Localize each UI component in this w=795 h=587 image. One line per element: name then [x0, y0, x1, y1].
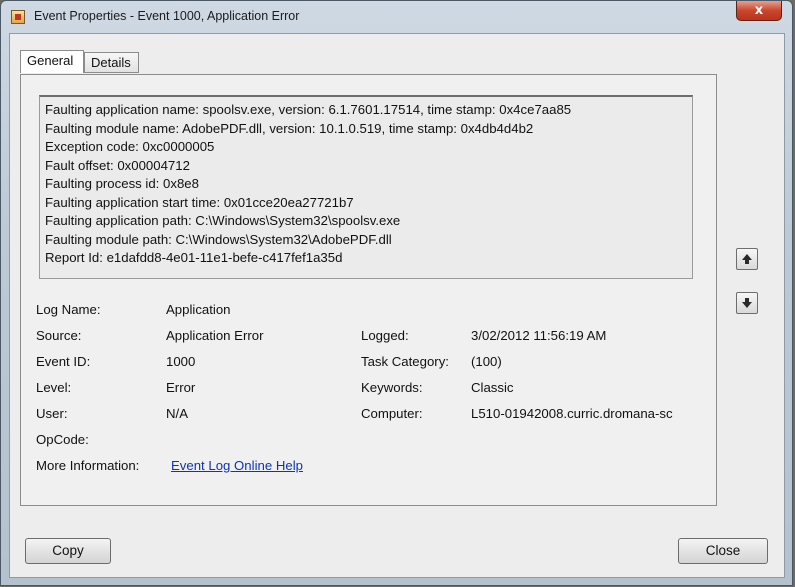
computer-label: Computer:: [361, 406, 423, 421]
opcode-label: OpCode:: [36, 432, 89, 447]
tab-general[interactable]: General: [20, 50, 84, 73]
description-line: Faulting application name: spoolsv.exe, …: [45, 102, 572, 117]
log-name-label: Log Name:: [36, 302, 101, 317]
log-name-value: Application: [166, 302, 231, 317]
source-label: Source:: [36, 328, 82, 343]
copy-button[interactable]: Copy: [25, 538, 111, 564]
window-close-button[interactable]: x: [736, 1, 782, 21]
keywords-label: Keywords:: [361, 380, 423, 395]
logged-label: Logged:: [361, 328, 409, 343]
dialog-client-area: General Details Faulting application nam…: [9, 33, 785, 578]
description-line: Faulting application path: C:\Windows\Sy…: [45, 213, 401, 228]
general-tab-panel: Faulting application name: spoolsv.exe, …: [20, 74, 717, 506]
event-id-label: Event ID:: [36, 354, 91, 369]
more-information-label: More Information:: [36, 458, 140, 473]
keywords-value: Classic: [471, 380, 514, 395]
user-value: N/A: [166, 406, 188, 421]
user-label: User:: [36, 406, 68, 421]
event-log-online-help-link[interactable]: Event Log Online Help: [171, 458, 303, 473]
description-line: Faulting module name: AdobePDF.dll, vers…: [45, 120, 534, 136]
tab-details[interactable]: Details: [84, 52, 139, 73]
description-line: Faulting module path: C:\Windows\System3…: [45, 231, 392, 247]
next-event-button[interactable]: [736, 292, 758, 314]
task-category-value: (100): [471, 354, 502, 369]
task-category-label: Task Category:: [361, 354, 449, 369]
description-line: Exception code: 0xc0000005: [45, 139, 215, 154]
previous-event-button[interactable]: [736, 248, 758, 270]
close-button[interactable]: Close: [678, 538, 768, 564]
event-id-value: 1000: [166, 354, 196, 369]
arrow-up-icon: [742, 254, 752, 264]
description-line: Faulting application start time: 0x01cce…: [45, 194, 354, 210]
event-viewer-icon: [11, 10, 25, 24]
arrow-down-icon: [742, 298, 752, 308]
description-line: Faulting process id: 0x8e8: [45, 176, 199, 191]
title-bar[interactable]: Event Properties - Event 1000, Applicati…: [1, 1, 792, 33]
level-label: Level:: [36, 380, 72, 395]
window-title: Event Properties - Event 1000, Applicati…: [34, 9, 300, 23]
level-value: Error: [166, 380, 196, 395]
source-value: Application Error: [166, 328, 264, 343]
description-line: Report Id: e1dafdd8-4e01-11e1-befe-c417f…: [45, 250, 343, 265]
event-properties-window: Event Properties - Event 1000, Applicati…: [0, 0, 793, 586]
description-line: Fault offset: 0x00004712: [45, 157, 190, 173]
logged-value: 3/02/2012 11:56:19 AM: [471, 328, 607, 343]
computer-value: L510-01942008.curric.dromana-sc: [471, 406, 673, 421]
event-description-box[interactable]: Faulting application name: spoolsv.exe, …: [39, 95, 693, 279]
